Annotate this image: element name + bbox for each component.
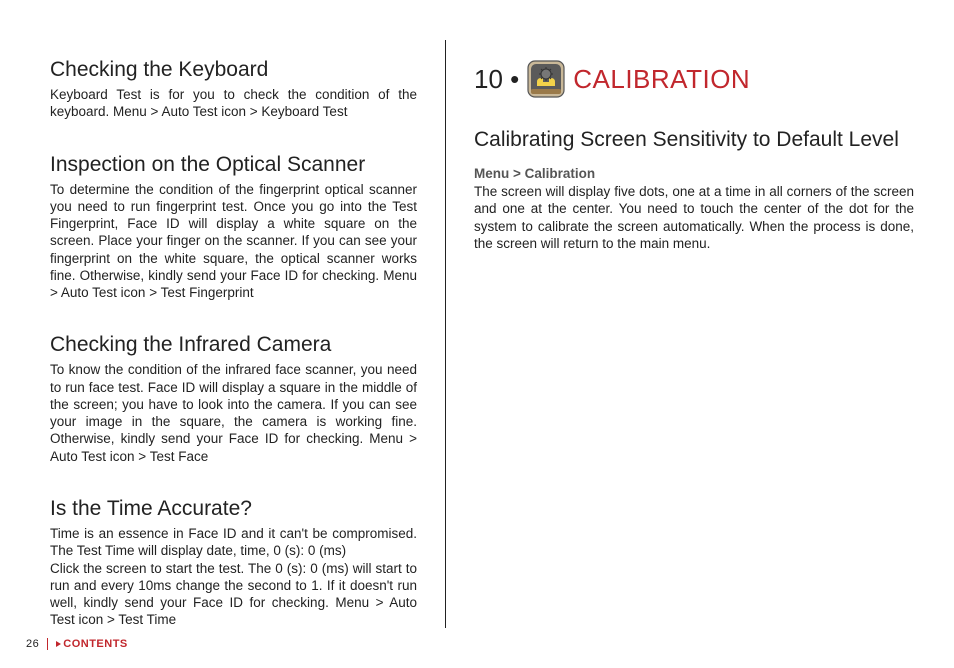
body-infrared-camera: To know the condition of the infrared fa… — [50, 361, 417, 465]
chapter-number: 10 • — [474, 64, 519, 95]
right-column: 10 • CALIBRATION Calibr — [446, 40, 914, 668]
calibration-icon — [527, 60, 565, 98]
menu-path-calibration: Menu > Calibration — [474, 166, 914, 181]
chapter-title: CALIBRATION — [573, 64, 750, 95]
triangle-right-icon — [56, 641, 61, 647]
contents-label: CONTENTS — [63, 638, 128, 650]
heading-calibrating-screen: Calibrating Screen Sensitivity to Defaul… — [474, 128, 914, 152]
page-footer: 26 CONTENTS — [26, 638, 128, 650]
chapter-header: 10 • CALIBRATION — [474, 60, 914, 98]
body-calibrating-screen: The screen will display five dots, one a… — [474, 183, 914, 252]
contents-link[interactable]: CONTENTS — [48, 638, 128, 650]
body-optical-scanner: To determine the condition of the finger… — [50, 181, 417, 302]
page-number: 26 — [26, 638, 48, 650]
body-time-accurate: Time is an essence in Face ID and it can… — [50, 525, 417, 629]
heading-time-accurate: Is the Time Accurate? — [50, 497, 417, 521]
heading-keyboard: Checking the Keyboard — [50, 58, 417, 82]
heading-optical-scanner: Inspection on the Optical Scanner — [50, 153, 417, 177]
heading-infrared-camera: Checking the Infrared Camera — [50, 333, 417, 357]
left-column: Checking the Keyboard Keyboard Test is f… — [50, 40, 445, 668]
body-keyboard: Keyboard Test is for you to check the co… — [50, 86, 417, 121]
